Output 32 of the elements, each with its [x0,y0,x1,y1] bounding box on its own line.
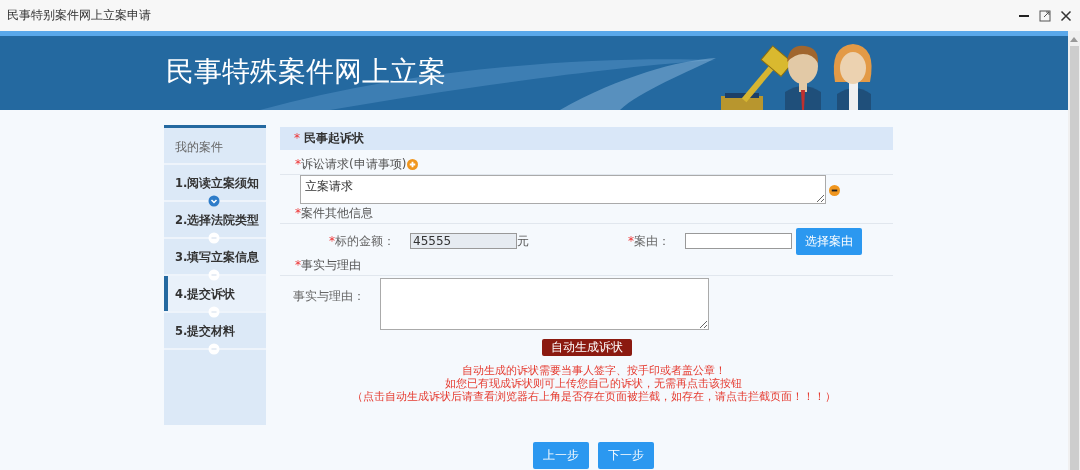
unit-label: 元 [517,232,529,250]
required-mark: * [295,206,301,220]
banner-title: 民事特殊案件网上立案 [165,54,446,90]
facts-field[interactable] [380,278,709,330]
required-mark: * [295,157,301,171]
field-label: 案由： [634,232,670,250]
notice-text: 自动生成的诉状需要当事人签字、按手印或者盖公章！ [460,364,727,377]
scroll-up-icon[interactable] [1070,37,1078,42]
remove-icon[interactable] [829,185,840,196]
claims-field[interactable]: 立案请求 [300,175,826,204]
required-mark: * [628,234,634,248]
cause-field[interactable] [685,233,792,249]
restore-icon[interactable] [1039,9,1051,22]
notice-text: 如您已有现成诉状则可上传您自己的诉状，无需再点击该按钮 [444,377,743,390]
generate-complaint-button[interactable]: 自动生成诉状 [541,339,632,356]
required-mark: * [295,258,301,272]
notice-text: （点击自动生成诉状后请查看浏览器右上角是否存在页面被拦截，如存在，请点击拦截页面！！！） [350,390,837,403]
scrollbar[interactable] [1068,31,1080,470]
group-label: 诉讼请求(申请事项) [301,157,407,171]
group-label: 案件其他信息 [301,206,373,220]
sidebar-heading: 我的案件 [164,128,266,165]
required-mark: * [294,131,300,145]
field-label: 标的金额： [335,232,395,250]
section-title: 民事起诉状 [303,131,364,145]
field-label: 事实与理由： [292,288,365,305]
required-mark: * [329,234,335,248]
add-icon[interactable] [407,158,419,170]
step-item[interactable]: 4.提交诉状 [164,276,266,313]
group-label: 事实与理由 [301,258,361,272]
close-icon[interactable] [1060,9,1072,22]
window-title: 民事特别案件网上立案申请 [7,7,152,24]
amount-field[interactable]: 45555 [410,233,517,249]
